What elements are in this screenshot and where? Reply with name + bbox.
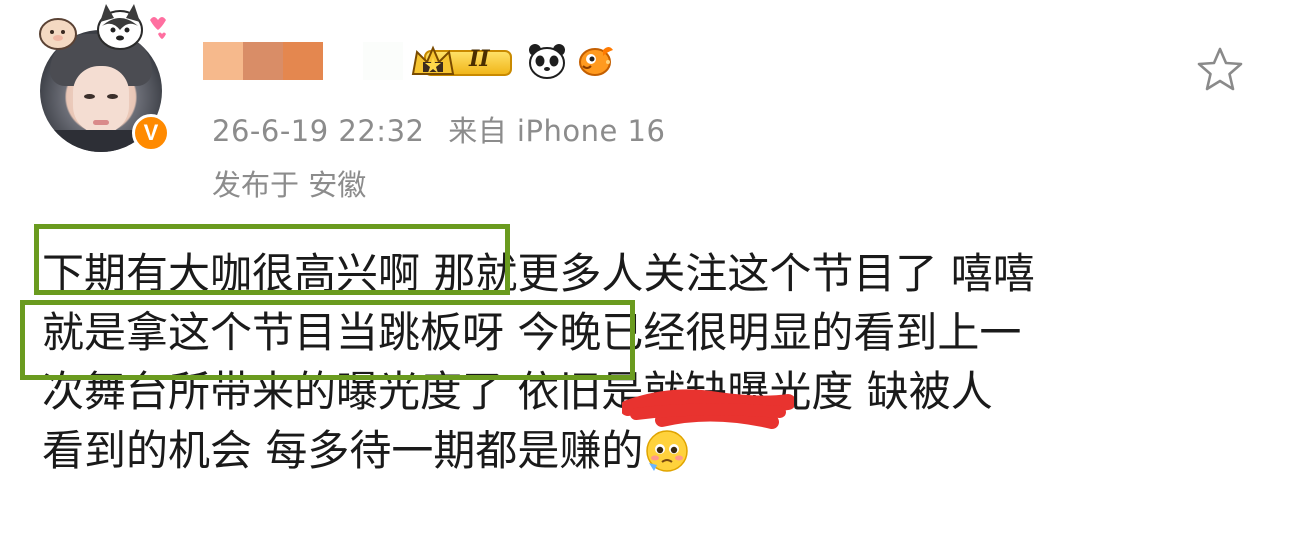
- post-meta: 26-6-19 22:32 来自 iPhone 16: [212, 108, 665, 150]
- star-outline-icon[interactable]: [1194, 44, 1246, 96]
- level-badge-text: II: [469, 46, 490, 72]
- post-line-text: 看到的机会 每多待一期都是赚的: [42, 426, 644, 475]
- redaction-scribble: [622, 389, 794, 429]
- verified-badge: V: [132, 114, 170, 152]
- member-level-badge[interactable]: II: [411, 44, 519, 78]
- post-source: 来自 iPhone 16: [448, 114, 666, 148]
- highlight-box: [20, 300, 635, 380]
- panda-emoji-icon: [529, 44, 565, 79]
- crown-icon: [411, 45, 512, 76]
- avatar-area[interactable]: V: [28, 0, 188, 165]
- post-location: 发布于 安徽: [212, 168, 367, 202]
- post-timestamp: 26-6-19 22:32: [212, 114, 425, 148]
- avatar-pendant-icon: [39, 4, 166, 50]
- highlight-box: [34, 224, 510, 295]
- username-redacted[interactable]: [203, 42, 403, 80]
- fish-emoji-icon: [579, 47, 613, 76]
- username-row[interactable]: II: [203, 42, 615, 80]
